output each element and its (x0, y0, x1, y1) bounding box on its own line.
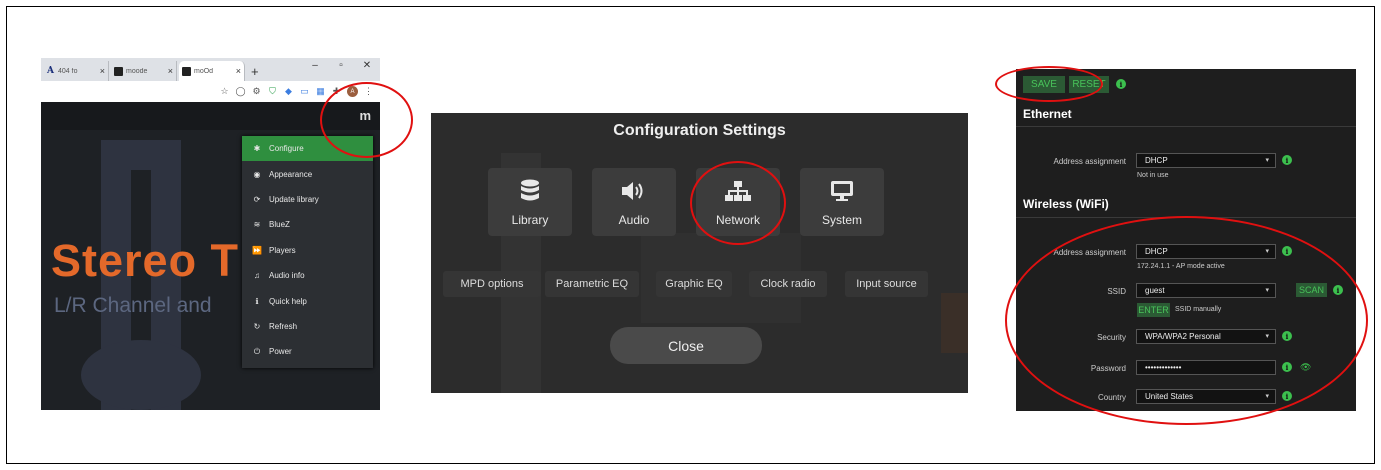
power-icon: ⏻ (253, 346, 261, 356)
monitor-icon (800, 178, 884, 204)
chevron-down-icon: ▾ (1265, 157, 1269, 164)
menu-item-label: Audio info (269, 271, 305, 281)
tab-close-icon[interactable]: × (236, 66, 241, 76)
tab-close-icon[interactable]: × (168, 66, 173, 76)
menu-item-label: Power (269, 347, 292, 357)
wifi-icon: ≋ (253, 220, 261, 230)
annotation-ellipse-network (690, 161, 786, 245)
menu-item-power[interactable]: ⏻ Power (242, 339, 373, 364)
eth-address-label: Address assignment (1053, 157, 1126, 166)
tab-favicon (182, 66, 191, 76)
tile-audio[interactable]: Audio (592, 168, 676, 236)
eth-status-note: Not in use (1137, 172, 1169, 179)
wifi-heading: Wireless (WiFi) (1023, 197, 1109, 211)
tab-favicon (114, 66, 123, 76)
forward-icon: ⏩ (252, 245, 262, 255)
minimize-button[interactable]: – (302, 60, 328, 71)
menu-item-update-library[interactable]: ⟳ Update library (242, 187, 373, 212)
close-window-button[interactable]: ✕ (354, 60, 380, 71)
menu-item-label: Players (269, 245, 296, 255)
tile-label: Audio (618, 213, 650, 227)
music-icon: ♫ (254, 271, 260, 281)
menu-item-label: Update library (269, 194, 319, 204)
annotation-ellipse-wifi (1005, 216, 1368, 425)
tile-system[interactable]: System (800, 168, 884, 236)
tab-title: moode (126, 67, 148, 75)
info-icon[interactable]: i (1282, 155, 1292, 165)
eye-icon: ◉ (253, 169, 261, 179)
gear-icon: ✱ (253, 144, 261, 154)
window-controls: – ▫ ✕ (302, 60, 380, 71)
browser-tab-active[interactable]: moOd × (179, 61, 245, 81)
menu-item-players[interactable]: ⏩ Players (242, 238, 373, 263)
menu-item-label: Quick help (269, 296, 307, 306)
speaker-icon (592, 178, 676, 204)
menu-item-appearance[interactable]: ◉ Appearance (242, 161, 373, 186)
star-icon[interactable]: ☆ (219, 86, 230, 97)
extension-icon[interactable]: ◯ (235, 86, 246, 97)
menu-item-label: Appearance (269, 169, 313, 179)
menu-item-bluez[interactable]: ≋ BlueZ (242, 212, 373, 237)
background-subtitle: L/R Channel and (54, 294, 212, 317)
configuration-dialog: Configuration Settings Library Audio Net… (431, 113, 968, 393)
menu-item-quick-help[interactable]: ℹ Quick help (242, 288, 373, 313)
extension-icon[interactable]: ▦ (315, 86, 326, 97)
tab-favicon: A (47, 66, 54, 76)
mpd-options-button[interactable]: MPD options (443, 271, 541, 297)
graphic-eq-button[interactable]: Graphic EQ (656, 271, 732, 297)
menu-item-refresh[interactable]: ↻ Refresh (242, 314, 373, 339)
menu-item-label: BlueZ (269, 220, 290, 230)
info-icon[interactable]: i (1116, 79, 1126, 89)
tab-title: 404 fo (58, 67, 78, 75)
eth-address-value: DHCP (1145, 156, 1168, 165)
menu-item-label: Configure (269, 144, 304, 154)
extension-icon[interactable]: ◆ (283, 86, 294, 97)
ethernet-heading: Ethernet (1023, 107, 1072, 121)
annotation-ellipse-save (995, 66, 1103, 102)
tile-label: System (821, 213, 862, 227)
parametric-eq-button[interactable]: Parametric EQ (545, 271, 639, 297)
tab-title: moOd (194, 67, 214, 75)
browser-tab[interactable]: A 404 fo × (43, 61, 109, 81)
new-tab-button[interactable]: + (251, 64, 259, 79)
input-source-button[interactable]: Input source (845, 271, 928, 297)
annotation-ellipse-menu (320, 82, 413, 158)
tile-label: Library (511, 213, 549, 227)
menu-item-audio-info[interactable]: ♫ Audio info (242, 263, 373, 288)
eth-address-select[interactable]: DHCP ▾ (1136, 153, 1276, 168)
tile-library[interactable]: Library (488, 168, 572, 236)
close-button[interactable]: Close (610, 327, 762, 364)
info-icon: ℹ (255, 296, 259, 306)
tab-close-icon[interactable]: × (100, 66, 105, 76)
redo-icon: ↻ (253, 321, 261, 331)
extension-icon[interactable]: ▭ (299, 86, 310, 97)
database-icon (488, 178, 572, 204)
refresh-icon: ⟳ (253, 194, 261, 204)
background-title: Stereo T (51, 235, 240, 286)
extension-icon[interactable]: ⚙ (251, 86, 262, 97)
main-menu: ✱ Configure ◉ Appearance ⟳ Update library ≋ Blu… (242, 136, 373, 368)
clock-radio-button[interactable]: Clock radio (749, 271, 827, 297)
browser-tab[interactable]: moode × (111, 61, 177, 81)
dialog-title: Configuration Settings (613, 122, 786, 139)
menu-item-label: Refresh (269, 321, 298, 331)
divider (1016, 126, 1356, 127)
shield-icon[interactable]: ⛉ (267, 86, 278, 97)
maximize-button[interactable]: ▫ (328, 60, 354, 71)
